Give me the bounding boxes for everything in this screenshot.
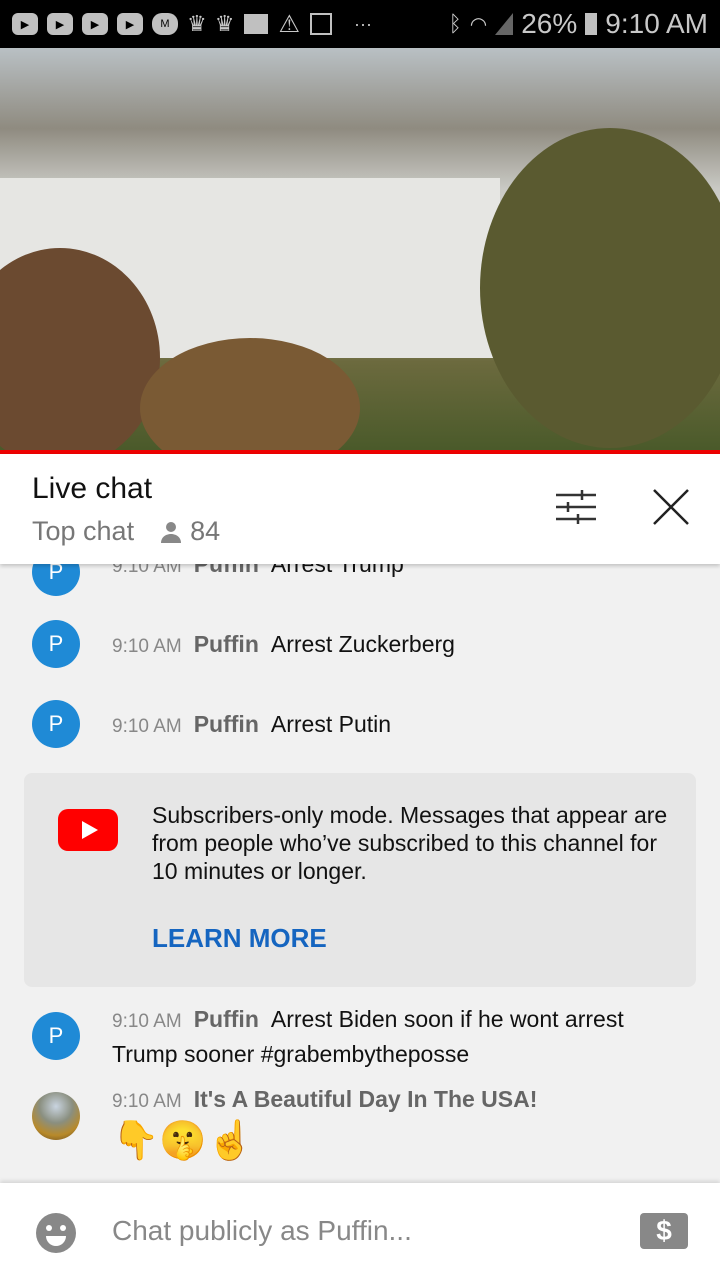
warning-icon: ⚠: [278, 10, 300, 38]
message-text: Arrest Biden soon if he wont arrest Trum…: [112, 1006, 624, 1067]
image-icon: [309, 13, 332, 35]
avatar[interactable]: P: [32, 700, 80, 748]
battery-icon: [585, 13, 598, 35]
message-author[interactable]: Puffin: [194, 711, 259, 737]
avatar[interactable]: P: [32, 1012, 80, 1060]
youtube-icon: ▶: [82, 13, 108, 35]
video-player[interactable]: [0, 48, 720, 450]
message-time: 9:10 AM: [112, 716, 182, 737]
chat-title: Live chat: [32, 472, 153, 505]
chat-input[interactable]: Chat publicly as Puffin...: [112, 1215, 412, 1247]
status-bar: ▶ ▶ ▶ ▶ M ♛ ♛ ⚠ ··· ᛒ ◠ 26% 9:10 AM: [0, 0, 720, 48]
battery-text: 26%: [521, 8, 578, 39]
video-frame-tree: [480, 128, 720, 448]
subscribers-only-banner: Subscribers-only mode. Messages that app…: [24, 773, 696, 987]
banner-text: Subscribers-only mode. Messages that app…: [152, 802, 668, 884]
top-chat-selector[interactable]: Top chat: [32, 516, 134, 547]
more-icon: ···: [353, 13, 372, 34]
message-author[interactable]: It's A Beautiful Day In The USA!: [194, 1086, 538, 1112]
message-time: 9:10 AM: [112, 1011, 182, 1032]
youtube-logo-icon: [58, 809, 118, 851]
viewer-count: 84: [160, 516, 220, 547]
clock: 9:10 AM: [605, 8, 708, 39]
message-author[interactable]: Puffin: [194, 631, 259, 657]
emoji-icon[interactable]: [36, 1213, 76, 1253]
youtube-icon: ▶: [47, 13, 73, 35]
message-text: 👇🤫☝️: [112, 1120, 254, 1162]
person-icon: [161, 521, 182, 543]
message-time: 9:10 AM: [112, 1091, 182, 1112]
viewer-count-text: 84: [190, 516, 221, 546]
chat-header: Live chat Top chat 84: [0, 454, 720, 564]
signal-icon: [495, 13, 514, 35]
youtube-icon: ▶: [12, 13, 38, 35]
bluetooth-icon: ᛒ: [448, 11, 462, 36]
youtube-icon: ▶: [117, 13, 143, 35]
filter-settings-icon[interactable]: [556, 490, 596, 524]
message-text: Arrest Putin: [270, 711, 392, 737]
avatar[interactable]: [32, 1092, 80, 1140]
wifi-icon: ◠: [469, 13, 488, 36]
avatar[interactable]: P: [32, 620, 80, 668]
crown-icon: ♛: [187, 11, 207, 36]
m-app-icon: M: [152, 13, 178, 35]
learn-more-link[interactable]: LEARN MORE: [152, 923, 327, 954]
super-chat-dollar-icon[interactable]: $: [640, 1213, 688, 1249]
message-time: 9:10 AM: [112, 636, 182, 657]
message-author[interactable]: Puffin: [194, 1006, 259, 1032]
message-text: Arrest Zuckerberg: [270, 631, 455, 657]
chat-input-bar: Chat publicly as Puffin... $: [0, 1183, 720, 1280]
folder-icon: [244, 14, 269, 34]
close-icon[interactable]: [652, 488, 690, 526]
crown-icon: ♛: [214, 11, 235, 36]
